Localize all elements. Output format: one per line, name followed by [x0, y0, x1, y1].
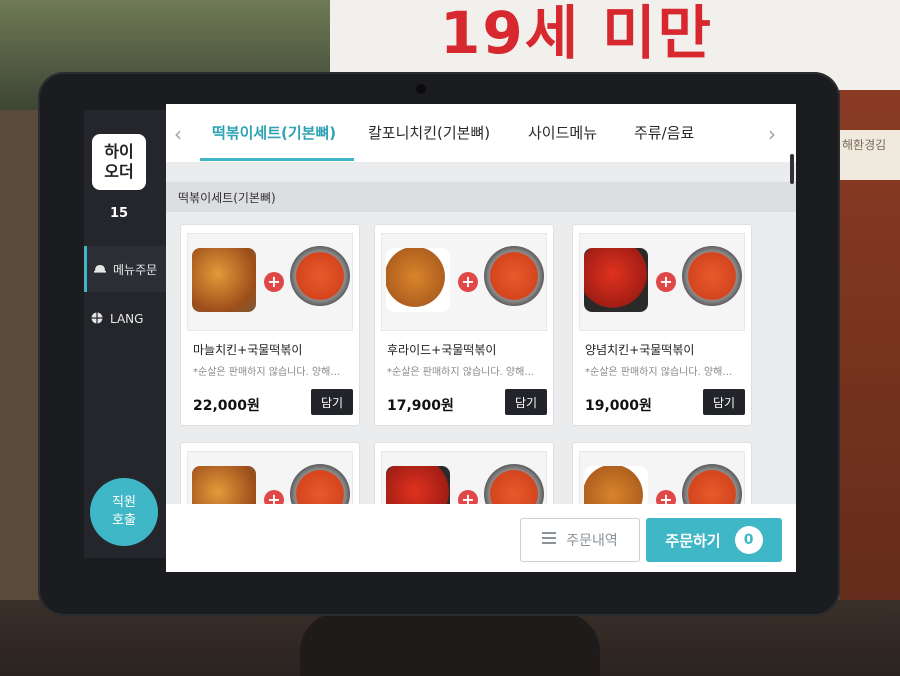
menu-note: *순살은 판매하지 않습니다. 양해… — [387, 367, 535, 378]
tab-drinks[interactable]: 주류/음료 — [634, 122, 694, 143]
chicken-image — [584, 248, 648, 312]
menu-price: 22,000원 — [193, 398, 260, 414]
menu-name: 양념치킨+국물떡볶이 — [585, 343, 695, 357]
tablet-stand — [300, 612, 600, 676]
menu-price: 19,000원 — [585, 398, 652, 414]
place-order-label: 주문하기 — [665, 531, 721, 550]
tteokbokki-image — [484, 246, 544, 306]
sidebar-item-menu-order[interactable]: 메뉴주문 — [84, 246, 169, 292]
sidebar-item-lang[interactable]: LANG — [84, 296, 166, 342]
order-history-label: 주문내역 — [566, 533, 618, 549]
place-order-button[interactable]: 주문하기 0 — [646, 518, 782, 562]
sidebar-item-label: 메뉴주문 — [113, 262, 158, 277]
chevron-right-icon[interactable]: › — [768, 122, 776, 146]
camera-dot — [416, 84, 426, 94]
logo-line1: 하이 — [104, 142, 134, 161]
tteokbokki-image — [290, 246, 350, 306]
add-to-cart-button[interactable]: 담기 — [311, 389, 353, 415]
sidebar-item-label: LANG — [110, 312, 144, 326]
app-logo: 하이 오더 — [92, 134, 146, 190]
menu-card[interactable]: + 양념치킨+국물떡볶이 *순살은 판매하지 않습니다. 양해… 19,000원… — [572, 224, 752, 426]
category-tabbar: ‹ 떡볶이세트(기본뼈) 칼포니치킨(기본뼈) 사이드메뉴 주류/음료 › — [166, 104, 796, 162]
staff-call-button[interactable]: 직원 호출 — [90, 478, 158, 546]
menu-note: *순살은 판매하지 않습니다. 양해… — [193, 367, 341, 378]
menu-card[interactable]: + 후라이드+국물떡볶이 *순살은 판매하지 않습니다. 양해… 17,900원… — [374, 224, 554, 426]
order-history-button[interactable]: 주문내역 — [520, 518, 640, 562]
chicken-image — [386, 248, 450, 312]
add-to-cart-button[interactable]: 담기 — [703, 389, 745, 415]
chevron-left-icon[interactable]: ‹ — [174, 122, 182, 146]
tteokbokki-image — [682, 246, 742, 306]
menu-note: *순살은 판매하지 않습니다. 양해… — [585, 367, 733, 378]
plus-icon: + — [458, 272, 478, 292]
menu-name: 마늘치킨+국물떡볶이 — [193, 343, 303, 357]
chicken-image — [192, 248, 256, 312]
active-tab-indicator — [200, 158, 354, 161]
bell-icon — [93, 263, 107, 276]
plus-icon: + — [656, 272, 676, 292]
plus-icon: + — [264, 272, 284, 292]
table-number: 15 — [109, 206, 129, 221]
menu-name: 후라이드+국물떡볶이 — [387, 343, 497, 357]
background-sign-text: 19세 미만 — [440, 0, 713, 67]
bottom-bar: 주문내역 주문하기 0 — [166, 504, 796, 572]
add-to-cart-button[interactable]: 담기 — [505, 389, 547, 415]
tab-side-menu[interactable]: 사이드메뉴 — [528, 122, 597, 143]
app-screen: ‹ 떡볶이세트(기본뼈) 칼포니치킨(기본뼈) 사이드메뉴 주류/음료 › 떡볶… — [166, 104, 796, 572]
staff-call-line1: 직원 — [112, 495, 136, 510]
menu-card[interactable]: + 마늘치킨+국물떡볶이 *순살은 판매하지 않습니다. 양해… 22,000원… — [180, 224, 360, 426]
menu-image: + — [579, 233, 745, 331]
globe-icon — [90, 312, 104, 327]
section-title: 떡볶이세트(기본뼈) — [166, 182, 796, 212]
tab-calponi-chicken[interactable]: 칼포니치킨(기본뼈) — [368, 122, 490, 143]
background-right-text: 해환경김 — [842, 138, 887, 152]
menu-image: + — [381, 233, 547, 331]
list-icon — [542, 532, 557, 548]
staff-call-line2: 호출 — [112, 513, 136, 528]
scrollbar-thumb[interactable] — [790, 154, 794, 184]
cart-count-badge: 0 — [734, 526, 763, 554]
tab-tteokbokki-set[interactable]: 떡볶이세트(기본뼈) — [212, 122, 336, 143]
menu-image: + — [187, 233, 353, 331]
menu-price: 17,900원 — [387, 398, 454, 414]
logo-line2: 오더 — [104, 162, 134, 181]
